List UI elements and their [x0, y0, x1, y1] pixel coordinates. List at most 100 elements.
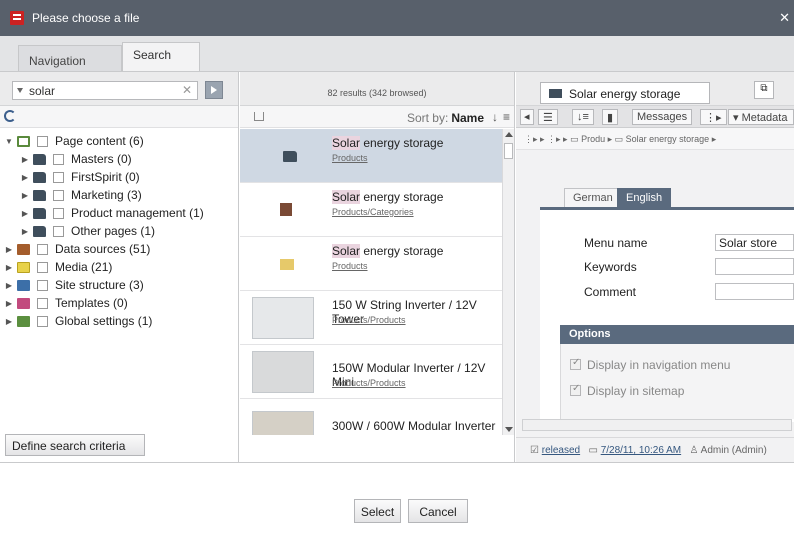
sort-control[interactable]: Sort by: Name	[407, 111, 484, 125]
tree-item-data-sources[interactable]: ▶ Data sources (51)	[0, 240, 238, 258]
tree-item-site-structure[interactable]: ▶ Site structure (3)	[0, 276, 238, 294]
tree-item-masters[interactable]: ▶ Masters (0)	[0, 150, 238, 168]
document-icon[interactable]: ▮	[602, 109, 619, 125]
release-user: Admin (Admin)	[700, 445, 767, 456]
templates-icon	[17, 297, 30, 309]
result-title-text: energy storage	[360, 136, 444, 150]
collapsed-arrow-icon[interactable]: ▶	[20, 173, 30, 182]
collapsed-arrow-icon[interactable]: ▶	[20, 227, 30, 236]
define-search-criteria-button[interactable]: Define search criteria	[5, 434, 145, 456]
tree-checkbox[interactable]	[37, 315, 48, 327]
tab-search[interactable]: Search	[122, 42, 200, 71]
tree-checkbox[interactable]	[37, 135, 48, 147]
expanded-arrow-icon[interactable]: ▼	[4, 137, 14, 146]
messages-tab[interactable]: Messages	[632, 109, 693, 125]
result-path[interactable]: Products	[332, 153, 368, 163]
collapsed-arrow-icon[interactable]: ▶	[20, 209, 30, 218]
scrollbar-thumb[interactable]	[504, 143, 513, 159]
tree-checkbox[interactable]	[37, 243, 48, 255]
result-item[interactable]: Solar energy storage Products/Categories	[240, 183, 502, 237]
comment-field[interactable]	[715, 283, 794, 300]
scroll-down-icon[interactable]	[505, 427, 513, 432]
result-item[interactable]: Solar energy storage Products	[240, 237, 502, 291]
tree-item-firstspirit[interactable]: ▶ FirstSpirit (0)	[0, 168, 238, 186]
collapsed-arrow-icon[interactable]: ▶	[20, 191, 30, 200]
dropdown-caret-icon[interactable]	[17, 88, 23, 93]
tree-checkbox[interactable]	[53, 189, 64, 201]
tree-item-page-content[interactable]: ▼ Page content (6)	[0, 132, 238, 150]
export-icon[interactable]	[254, 112, 264, 121]
tab-english[interactable]: English	[617, 188, 672, 207]
result-item[interactable]: 150W Modular Inverter / 12V Mini Product…	[240, 345, 502, 399]
breadcrumb-separator-icon: ▸ ▭	[605, 134, 626, 144]
tree-checkbox[interactable]	[37, 261, 48, 273]
folder-icon	[33, 225, 46, 237]
collapsed-arrow-icon[interactable]: ▶	[4, 299, 14, 308]
keywords-field[interactable]	[715, 258, 794, 275]
tree-checkbox[interactable]	[37, 297, 48, 309]
result-item[interactable]: 300W / 600W Modular Inverter	[240, 399, 502, 435]
result-title-text: energy storage	[360, 244, 444, 258]
collapsed-arrow-icon[interactable]: ▶	[4, 263, 14, 272]
menu-name-field[interactable]: Solar store	[715, 234, 794, 251]
detail-horizontal-scrollbar[interactable]	[522, 419, 792, 431]
tree-item-global-settings[interactable]: ▶ Global settings (1)	[0, 312, 238, 330]
tab-german[interactable]: German	[564, 188, 622, 207]
results-scrollbar[interactable]	[502, 129, 514, 435]
release-date[interactable]: 7/28/11, 10:26 AM	[601, 445, 681, 456]
site-structure-icon	[17, 279, 30, 291]
search-highlight: Solar	[332, 244, 361, 258]
release-status[interactable]: released	[542, 445, 580, 456]
tree-item-other-pages[interactable]: ▶ Other pages (1)	[0, 222, 238, 240]
tree-checkbox[interactable]	[53, 207, 64, 219]
result-item[interactable]: Solar energy storage Products	[240, 129, 502, 183]
result-path[interactable]: Products/Categories	[332, 207, 414, 217]
app-logo-icon	[10, 11, 24, 25]
scroll-up-icon[interactable]	[505, 132, 513, 137]
close-icon[interactable]: ✕	[779, 10, 790, 26]
tree-checkbox[interactable]	[53, 225, 64, 237]
metadata-tab[interactable]: ▾ Metadata	[728, 109, 794, 125]
tab-navigation[interactable]: Navigation	[18, 45, 122, 71]
detail-header: Solar energy storage ⧉	[516, 72, 794, 106]
product-thumbnail	[252, 351, 314, 393]
sort-direction-icon[interactable]: ↓	[492, 110, 498, 124]
result-item[interactable]: 150 W String Inverter / 12V Tower Produc…	[240, 291, 502, 345]
collapsed-arrow-icon[interactable]: ▶	[4, 317, 14, 326]
navigation-menu-checkbox	[570, 357, 581, 370]
tree-item-templates[interactable]: ▶ Templates (0)	[0, 294, 238, 312]
list-view-icon[interactable]: ≡	[503, 110, 510, 124]
result-path[interactable]: Products/Products	[332, 378, 406, 388]
tree-item-label: Other pages (1)	[71, 224, 156, 238]
collapsed-arrow-icon[interactable]: ▶	[4, 245, 14, 254]
tree-item-label: Product management (1)	[71, 206, 204, 220]
tree-item-marketing[interactable]: ▶ Marketing (3)	[0, 186, 238, 204]
refresh-icon[interactable]	[4, 110, 16, 122]
tree-item-product-management[interactable]: ▶ Product management (1)	[0, 204, 238, 222]
run-search-button[interactable]	[205, 81, 223, 99]
more-icon[interactable]: ⋮▸	[700, 109, 727, 125]
collapsed-arrow-icon[interactable]: ▶	[4, 281, 14, 290]
form-view-icon[interactable]: ☰	[538, 109, 558, 125]
breadcrumb-item[interactable]: Produ	[581, 134, 605, 144]
open-in-window-icon[interactable]: ⧉	[754, 81, 774, 99]
result-title: 300W / 600W Modular Inverter	[332, 419, 495, 433]
breadcrumb-item[interactable]: Solar energy storage	[626, 134, 710, 144]
collapsed-arrow-icon[interactable]: ▶	[20, 155, 30, 164]
scroll-left-icon[interactable]: ◂	[520, 109, 534, 125]
page-icon	[17, 135, 30, 147]
tree-item-media[interactable]: ▶ Media (21)	[0, 258, 238, 276]
detail-toolbar: ◂ ☰ ↓≡ ▮ Messages ⋮▸ ▾ Metadata	[516, 106, 794, 128]
select-button[interactable]: Select	[354, 499, 401, 523]
sort-list-icon[interactable]: ↓≡	[572, 109, 594, 125]
clear-icon[interactable]: ✕	[182, 83, 192, 97]
cancel-button[interactable]: Cancel	[408, 499, 468, 523]
result-path[interactable]: Products	[332, 261, 368, 271]
tree-checkbox[interactable]	[53, 171, 64, 183]
edit-form: Menu name Solar store Keywords Comment O…	[540, 207, 794, 422]
tree-checkbox[interactable]	[37, 279, 48, 291]
tree-checkbox[interactable]	[53, 153, 64, 165]
search-input[interactable]: solar ✕	[12, 81, 198, 100]
search-row: solar ✕	[0, 72, 238, 106]
result-path[interactable]: Products/Products	[332, 315, 406, 325]
